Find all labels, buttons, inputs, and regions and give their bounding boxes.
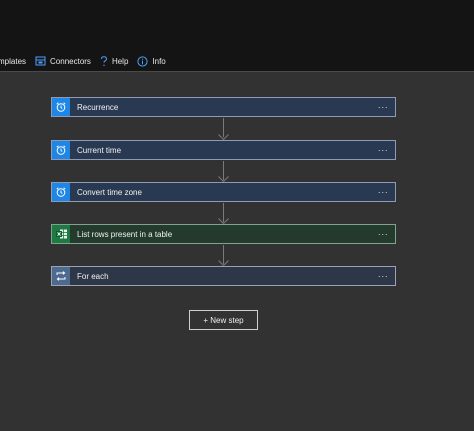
info-label: Info: [152, 56, 166, 66]
templates-button[interactable]: mplates: [0, 57, 26, 66]
designer-toolbar: mplates Connectors Help Info: [0, 52, 175, 70]
more-options-button[interactable]: ···: [373, 141, 393, 159]
help-label: Help: [111, 56, 129, 66]
step-current-time[interactable]: Current time ···: [51, 140, 396, 160]
alarm-clock-icon: [52, 98, 70, 116]
info-button[interactable]: Info: [137, 55, 166, 67]
flow-canvas: [0, 72, 474, 431]
step-list-rows[interactable]: List rows present in a table ···: [51, 224, 396, 244]
more-options-button[interactable]: ···: [373, 183, 393, 201]
alarm-clock-icon: [52, 183, 70, 201]
info-icon: [137, 55, 148, 67]
step-title: Recurrence: [77, 102, 119, 112]
connectors-icon: [35, 56, 46, 66]
more-options-button[interactable]: ···: [373, 98, 393, 116]
more-options-button[interactable]: ···: [373, 225, 393, 243]
step-convert-time-zone[interactable]: Convert time zone ···: [51, 182, 396, 202]
help-icon: [100, 55, 108, 67]
connectors-label: Connectors: [50, 56, 91, 66]
alarm-clock-icon: [52, 141, 70, 159]
step-title: Current time: [77, 145, 122, 155]
step-title: For each: [77, 271, 109, 281]
new-step-button[interactable]: + New step: [189, 310, 258, 330]
excel-icon: [52, 225, 70, 243]
step-title: List rows present in a table: [77, 229, 173, 239]
templates-label: mplates: [0, 56, 27, 66]
app-header: mplates Connectors Help Info: [0, 0, 474, 72]
step-for-each[interactable]: For each ···: [51, 266, 396, 286]
connectors-button[interactable]: Connectors: [35, 56, 91, 66]
loop-icon: [52, 267, 70, 285]
step-title: Convert time zone: [77, 187, 142, 197]
step-recurrence[interactable]: Recurrence ···: [51, 97, 396, 117]
more-options-button[interactable]: ···: [373, 267, 393, 285]
help-button[interactable]: Help: [100, 55, 129, 67]
